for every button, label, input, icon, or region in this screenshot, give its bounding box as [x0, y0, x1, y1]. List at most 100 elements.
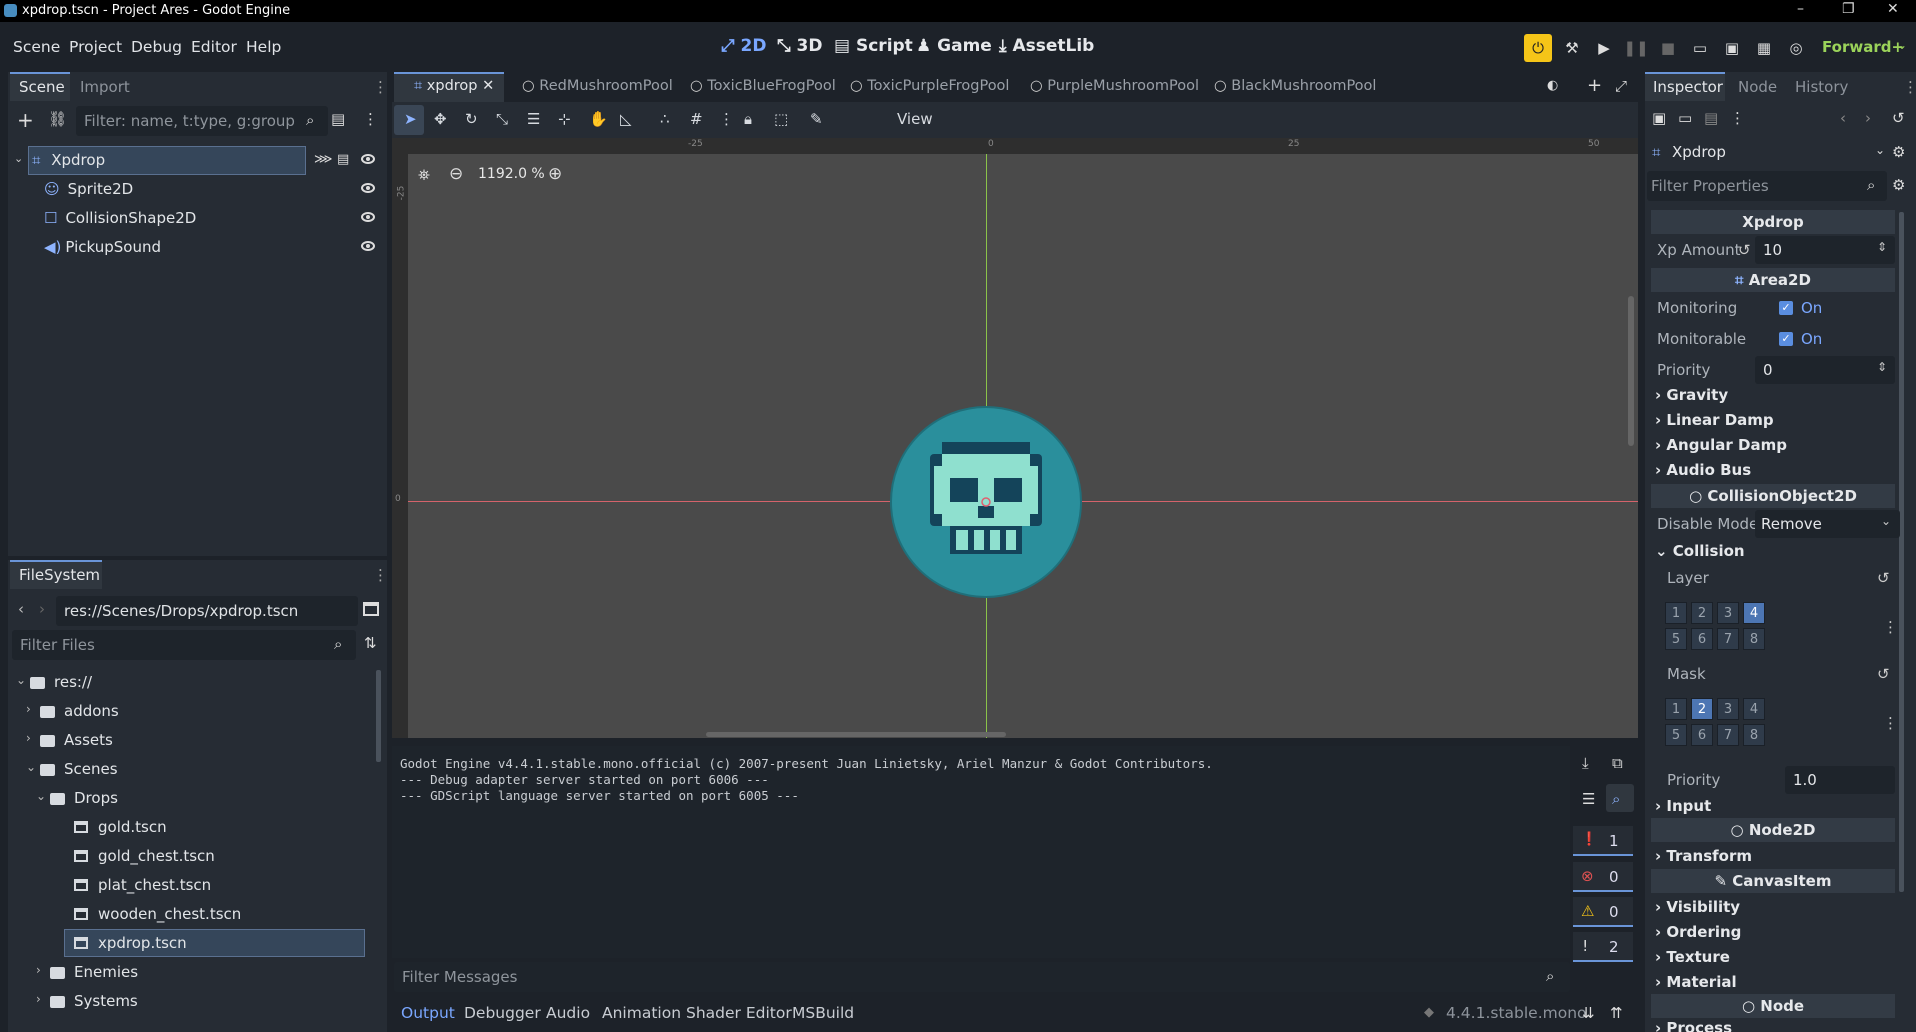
group-transform[interactable]: › Transform	[1655, 847, 1752, 865]
group-angular-damp[interactable]: › Angular Damp	[1655, 436, 1787, 454]
group-input[interactable]: › Input	[1655, 797, 1711, 815]
zoom-level[interactable]: 1192.0 %	[478, 166, 545, 182]
log-errors-toggle[interactable]: ⊗ 0	[1573, 862, 1633, 892]
folder-row[interactable]: ⌄ Drops	[8, 784, 368, 813]
tab-script[interactable]: ▤ Script	[834, 36, 913, 56]
scene-node-pickupsound[interactable]: ◀) PickupSound	[44, 238, 161, 266]
move-mode-icon[interactable]: ✥	[434, 110, 447, 128]
mask-bit[interactable]: 1	[1665, 698, 1687, 720]
folder-row[interactable]: ⌄ Scenes	[8, 755, 368, 784]
stop-icon[interactable]: ■	[1654, 34, 1682, 62]
minimize-button[interactable]: –	[1797, 1, 1804, 17]
lock-icon[interactable]: 🔒︎	[744, 110, 752, 128]
skeleton-icon[interactable]: ✎	[810, 110, 823, 128]
folder-row[interactable]: › addons	[8, 697, 368, 726]
scene-tab[interactable]: ○ PurpleMushroomPool	[1030, 78, 1199, 94]
zoom-out-icon[interactable]: ⊖	[449, 164, 463, 184]
object-tools-icon[interactable]: ⚙	[1892, 143, 1905, 161]
filter-messages-input[interactable]: Filter Messages ⌕	[394, 962, 1570, 992]
viewport-2d[interactable]: -25 0 25 50 -25 0 ⛯ ⊖ 1192.0 % ⊕	[392, 138, 1638, 738]
more-icon[interactable]: ⋮	[1883, 618, 1898, 636]
add-tab-icon[interactable]: +	[1587, 75, 1602, 96]
group-material[interactable]: › Material	[1655, 973, 1737, 991]
chevron-right-icon[interactable]: ›	[36, 963, 41, 977]
tab-inspector[interactable]: Inspector	[1653, 78, 1723, 96]
chevron-down-icon[interactable]: ⌄	[14, 152, 23, 165]
chevron-down-icon[interactable]: ⌄	[1875, 143, 1885, 157]
movie-maker-icon[interactable]: ⏻	[1524, 34, 1552, 62]
log-warnings-toggle[interactable]: ⚠ 0	[1573, 897, 1633, 927]
scrollbar-vertical[interactable]	[1628, 296, 1634, 446]
center-view-icon[interactable]: ⛯	[418, 166, 430, 184]
menu-help[interactable]: Help	[246, 38, 281, 56]
more-icon[interactable]: ⋮	[363, 110, 378, 128]
xpdrop-sprite[interactable]	[890, 406, 1082, 598]
mask-bit[interactable]: 4	[1743, 698, 1765, 720]
tab-3d[interactable]: ⤡ 3D	[777, 36, 822, 56]
mask-bit[interactable]: 8	[1743, 724, 1765, 746]
scene-tab[interactable]: ○ BlackMushroomPool	[1214, 78, 1376, 94]
file-row[interactable]: xpdrop.tscn	[8, 929, 368, 958]
smart-snap-icon[interactable]: ∴	[660, 110, 670, 128]
file-row[interactable]: gold_chest.tscn	[8, 842, 368, 871]
visibility-eye-icon[interactable]	[361, 212, 375, 222]
back-icon[interactable]: ‹	[18, 600, 24, 618]
object-history-icon[interactable]: ↺	[1892, 109, 1905, 127]
chevron-down-icon[interactable]: ⌄	[26, 760, 36, 774]
more-icon[interactable]: ⋮	[373, 566, 388, 584]
file-filter-input[interactable]: Filter Files ⌕	[12, 630, 356, 660]
scene-root-node[interactable]: ⌗ Xpdrop	[32, 151, 105, 179]
menu-project[interactable]: Project	[69, 38, 122, 56]
group-icon[interactable]: ⬚	[774, 110, 788, 128]
path-field[interactable]: res://Scenes/Drops/xpdrop.tscn	[56, 596, 358, 626]
add-node-icon[interactable]: +	[17, 108, 34, 132]
folder-row[interactable]: ⌄ res://	[8, 668, 368, 697]
ruler-mode-icon[interactable]: ◺	[620, 110, 632, 128]
pause-icon[interactable]: ❚❚	[1622, 34, 1650, 62]
scale-mode-icon[interactable]: ⤡	[496, 110, 508, 128]
inspected-object[interactable]: Xpdrop	[1672, 143, 1726, 161]
mask-bit[interactable]: 3	[1717, 698, 1739, 720]
select-mode-icon[interactable]: ➤	[404, 110, 417, 128]
forward-icon[interactable]: ›	[39, 600, 45, 618]
mask-bit[interactable]: 7	[1717, 724, 1739, 746]
tab-game[interactable]: ♟ Game	[916, 36, 992, 56]
layer-bit[interactable]: 2	[1691, 602, 1713, 624]
layer-bit-grid[interactable]: 1234 5678	[1665, 602, 1765, 650]
tab-debugger[interactable]: Debugger	[464, 1004, 541, 1022]
disable-mode-select[interactable]: Remove ⌄	[1755, 510, 1900, 538]
pivot-icon[interactable]: ⊹	[558, 110, 571, 128]
monitoring-checkbox[interactable]: ✓	[1779, 301, 1793, 315]
split-mode-icon[interactable]	[363, 602, 379, 616]
log-editor-toggle[interactable]: ǃ2	[1573, 932, 1633, 962]
menu-scene[interactable]: Scene	[13, 38, 60, 56]
list-select-icon[interactable]: ☰	[527, 110, 540, 128]
spin-arrows-icon[interactable]: ⇕	[1877, 360, 1887, 374]
tab-import[interactable]: Import	[80, 78, 130, 96]
tab-assetlib[interactable]: ⤓ AssetLib	[999, 36, 1094, 56]
new-resource-icon[interactable]: ▣	[1652, 109, 1666, 127]
script-attach-icon[interactable]: ▤	[331, 110, 345, 128]
file-row[interactable]: gold.tscn	[8, 813, 368, 842]
tab-scene[interactable]: Scene	[19, 78, 65, 96]
tab-output[interactable]: Output	[401, 1004, 455, 1022]
chevron-down-icon[interactable]: ⌄	[36, 789, 46, 803]
property-tools-icon[interactable]: ⚙	[1892, 176, 1905, 194]
layer-bit[interactable]: 4	[1743, 602, 1765, 624]
scene-filter-input[interactable]: Filter: name, t:type, g:group ⌕	[76, 106, 328, 136]
restore-button[interactable]: ❐	[1842, 1, 1855, 17]
collision-priority-field[interactable]: 1.0	[1785, 766, 1895, 794]
chevron-right-icon[interactable]: ›	[36, 992, 41, 1006]
revert-icon[interactable]: ↺	[1877, 569, 1890, 587]
tab-shader-editor[interactable]: Shader Editor	[686, 1004, 792, 1022]
tab-animation[interactable]: Animation	[602, 1004, 681, 1022]
tab-msbuild[interactable]: MSBuild	[792, 1004, 854, 1022]
view-menu[interactable]: View	[897, 110, 933, 128]
visibility-eye-icon[interactable]	[361, 241, 375, 251]
script-icon[interactable]: ▤	[337, 152, 349, 167]
menu-debug[interactable]: Debug	[131, 38, 182, 56]
tab-audio[interactable]: Audio	[546, 1004, 590, 1022]
link-icon[interactable]: ⛓	[48, 110, 67, 128]
menu-editor[interactable]: Editor	[191, 38, 237, 56]
play-scene-icon[interactable]: ▣	[1718, 34, 1746, 62]
